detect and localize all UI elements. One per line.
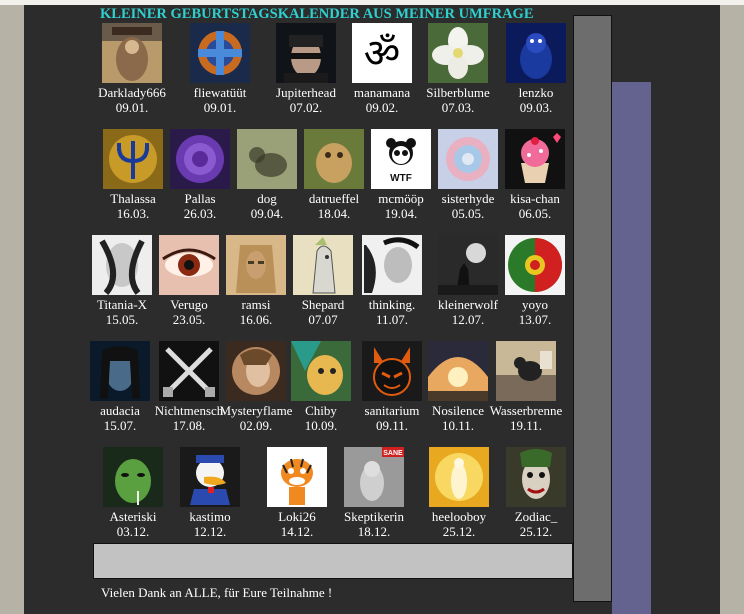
avatar-verugo[interactable] [159,235,219,295]
entry-name: manamana [353,85,411,100]
entry-date: 03.12. [116,524,150,539]
birthday-entry[interactable]: fliewatüüt 09.01. [180,23,260,115]
entry-name: Shepard [301,297,345,312]
avatar-asteriski[interactable] [103,447,163,507]
entry-date: 25.12. [442,524,476,539]
avatar-ramsi[interactable] [226,235,286,295]
page-title: KLEINER GEBURTSTAGSKALENDER AUS MEINER U… [100,6,534,22]
entry-date: 19.11. [509,418,543,433]
entry-name: Zodiac_ [514,509,558,524]
avatar-skeptikerin[interactable]: SANE [344,447,404,507]
entry-date: 13.07. [518,312,552,327]
entry-date: 12.12. [193,524,227,539]
birthday-entry[interactable]: heelooboy 25.12. [419,447,499,539]
entry-date: 10.09. [304,418,338,433]
birthday-entry[interactable]: Jupiterhead 07.02. [266,23,346,115]
birthday-entry[interactable]: ॐ manamana 09.02. [342,23,422,115]
avatar-datrueffel[interactable] [304,129,364,189]
svg-text:ॐ: ॐ [364,31,400,77]
avatar-audacia[interactable] [90,341,150,401]
thanks-note: Vielen Dank an ALLE, für Eure Teilnahme … [101,585,333,600]
entry-name: Loki26 [278,509,316,524]
entry-date: 06.05. [518,206,552,221]
birthday-entry[interactable]: Asteriski 03.12. [93,447,173,539]
avatar-thinking[interactable] [362,235,422,295]
entry-name: Silberblume [426,85,490,100]
entry-name: lenzko [518,85,554,100]
side-bar [612,82,651,614]
birthday-entry[interactable]: kastimo 12.12. [170,447,250,539]
entry-date: 11.07. [375,312,409,327]
entry-date: 09.01. [115,100,149,115]
birthday-entry[interactable]: Zodiac_ 25.12. [496,447,576,539]
avatar-kisa-chan[interactable] [505,129,565,189]
svg-text:SANE: SANE [383,450,403,457]
avatar-manamana[interactable]: ॐ [352,23,412,83]
birthday-entry[interactable]: kisa-chan 06.05. [495,129,575,221]
entry-name: audacia [100,403,140,418]
avatar-chiby[interactable] [291,341,351,401]
entry-name: kastimo [189,509,231,524]
birthday-entry[interactable]: lenzko 09.03. [496,23,576,115]
avatar-shepard[interactable] [293,235,353,295]
avatar-heelooboy[interactable] [429,447,489,507]
avatar-nichtmensch[interactable] [159,341,219,401]
entry-date: 07.02. [289,100,323,115]
entry-name: fliewatüüt [193,85,247,100]
birthday-entry[interactable]: Chiby 10.09. [281,341,361,433]
svg-text:WTF: WTF [390,173,412,184]
entry-date: 18.12. [357,524,391,539]
entry-date: 07.07 [308,312,338,327]
entry-name: Chiby [305,403,337,418]
avatar-pallas[interactable] [170,129,230,189]
avatar-kleinerwolf[interactable] [438,235,498,295]
avatar-dog[interactable] [237,129,297,189]
avatar-silberblume[interactable] [428,23,488,83]
avatar-yoyo[interactable] [505,235,565,295]
avatar-sanitarium[interactable] [362,341,422,401]
avatar-thalassa[interactable] [103,129,163,189]
avatar-darklady666[interactable] [102,23,162,83]
avatar-jupiterhead[interactable] [276,23,336,83]
entry-name: Asteriski [109,509,157,524]
entry-name: Jupiterhead [276,85,336,100]
birthday-entry[interactable]: yoyo 13.07. [495,235,575,327]
avatar-mysteryflame[interactable] [226,341,286,401]
birthday-entry[interactable]: Silberblume 07.03. [418,23,498,115]
scrollbar[interactable] [573,15,612,602]
entry-name: heelooboy [431,509,487,524]
avatar-titania-x[interactable] [92,235,152,295]
entry-date: 09.03. [519,100,553,115]
entry-date: 09.01. [203,100,237,115]
entry-date: 09.02. [365,100,399,115]
avatar-lenzko[interactable] [506,23,566,83]
entry-date: 07.03. [441,100,475,115]
birthday-entry[interactable]: Wasserbrenne 19.11. [486,341,566,433]
avatar-mcmoop[interactable]: WTF [371,129,431,189]
entry-date: 15.07. [103,418,137,433]
entry-name: yoyo [522,297,548,312]
entry-date: 25.12. [519,524,553,539]
birthday-entry[interactable]: thinking. 11.07. [352,235,432,327]
birthday-entry[interactable]: Shepard 07.07 [283,235,363,327]
entry-date: 14.12. [280,524,314,539]
gray-bar [93,543,573,579]
birthday-entry[interactable]: Darklady666 09.01. [92,23,172,115]
entry-name: Wasserbrenne [489,403,563,418]
entry-name: thinking. [368,297,416,312]
entry-name: kisa-chan [510,191,560,206]
avatar-fliewatuut[interactable] [190,23,250,83]
avatar-nosilence[interactable] [428,341,488,401]
entry-name: Darklady666 [98,85,166,100]
avatar-loki26[interactable] [267,447,327,507]
avatar-sisterhyde[interactable] [438,129,498,189]
entry-name: Skeptikerin [344,509,404,524]
avatar-zodiac[interactable] [506,447,566,507]
avatar-wasserbrenne[interactable] [496,341,556,401]
avatar-kastimo[interactable] [180,447,240,507]
birthday-entry[interactable]: audacia 15.07. [80,341,160,433]
birthday-entry[interactable]: Loki26 14.12. [257,447,337,539]
birthday-entry[interactable]: SANE Skeptikerin 18.12. [334,447,414,539]
